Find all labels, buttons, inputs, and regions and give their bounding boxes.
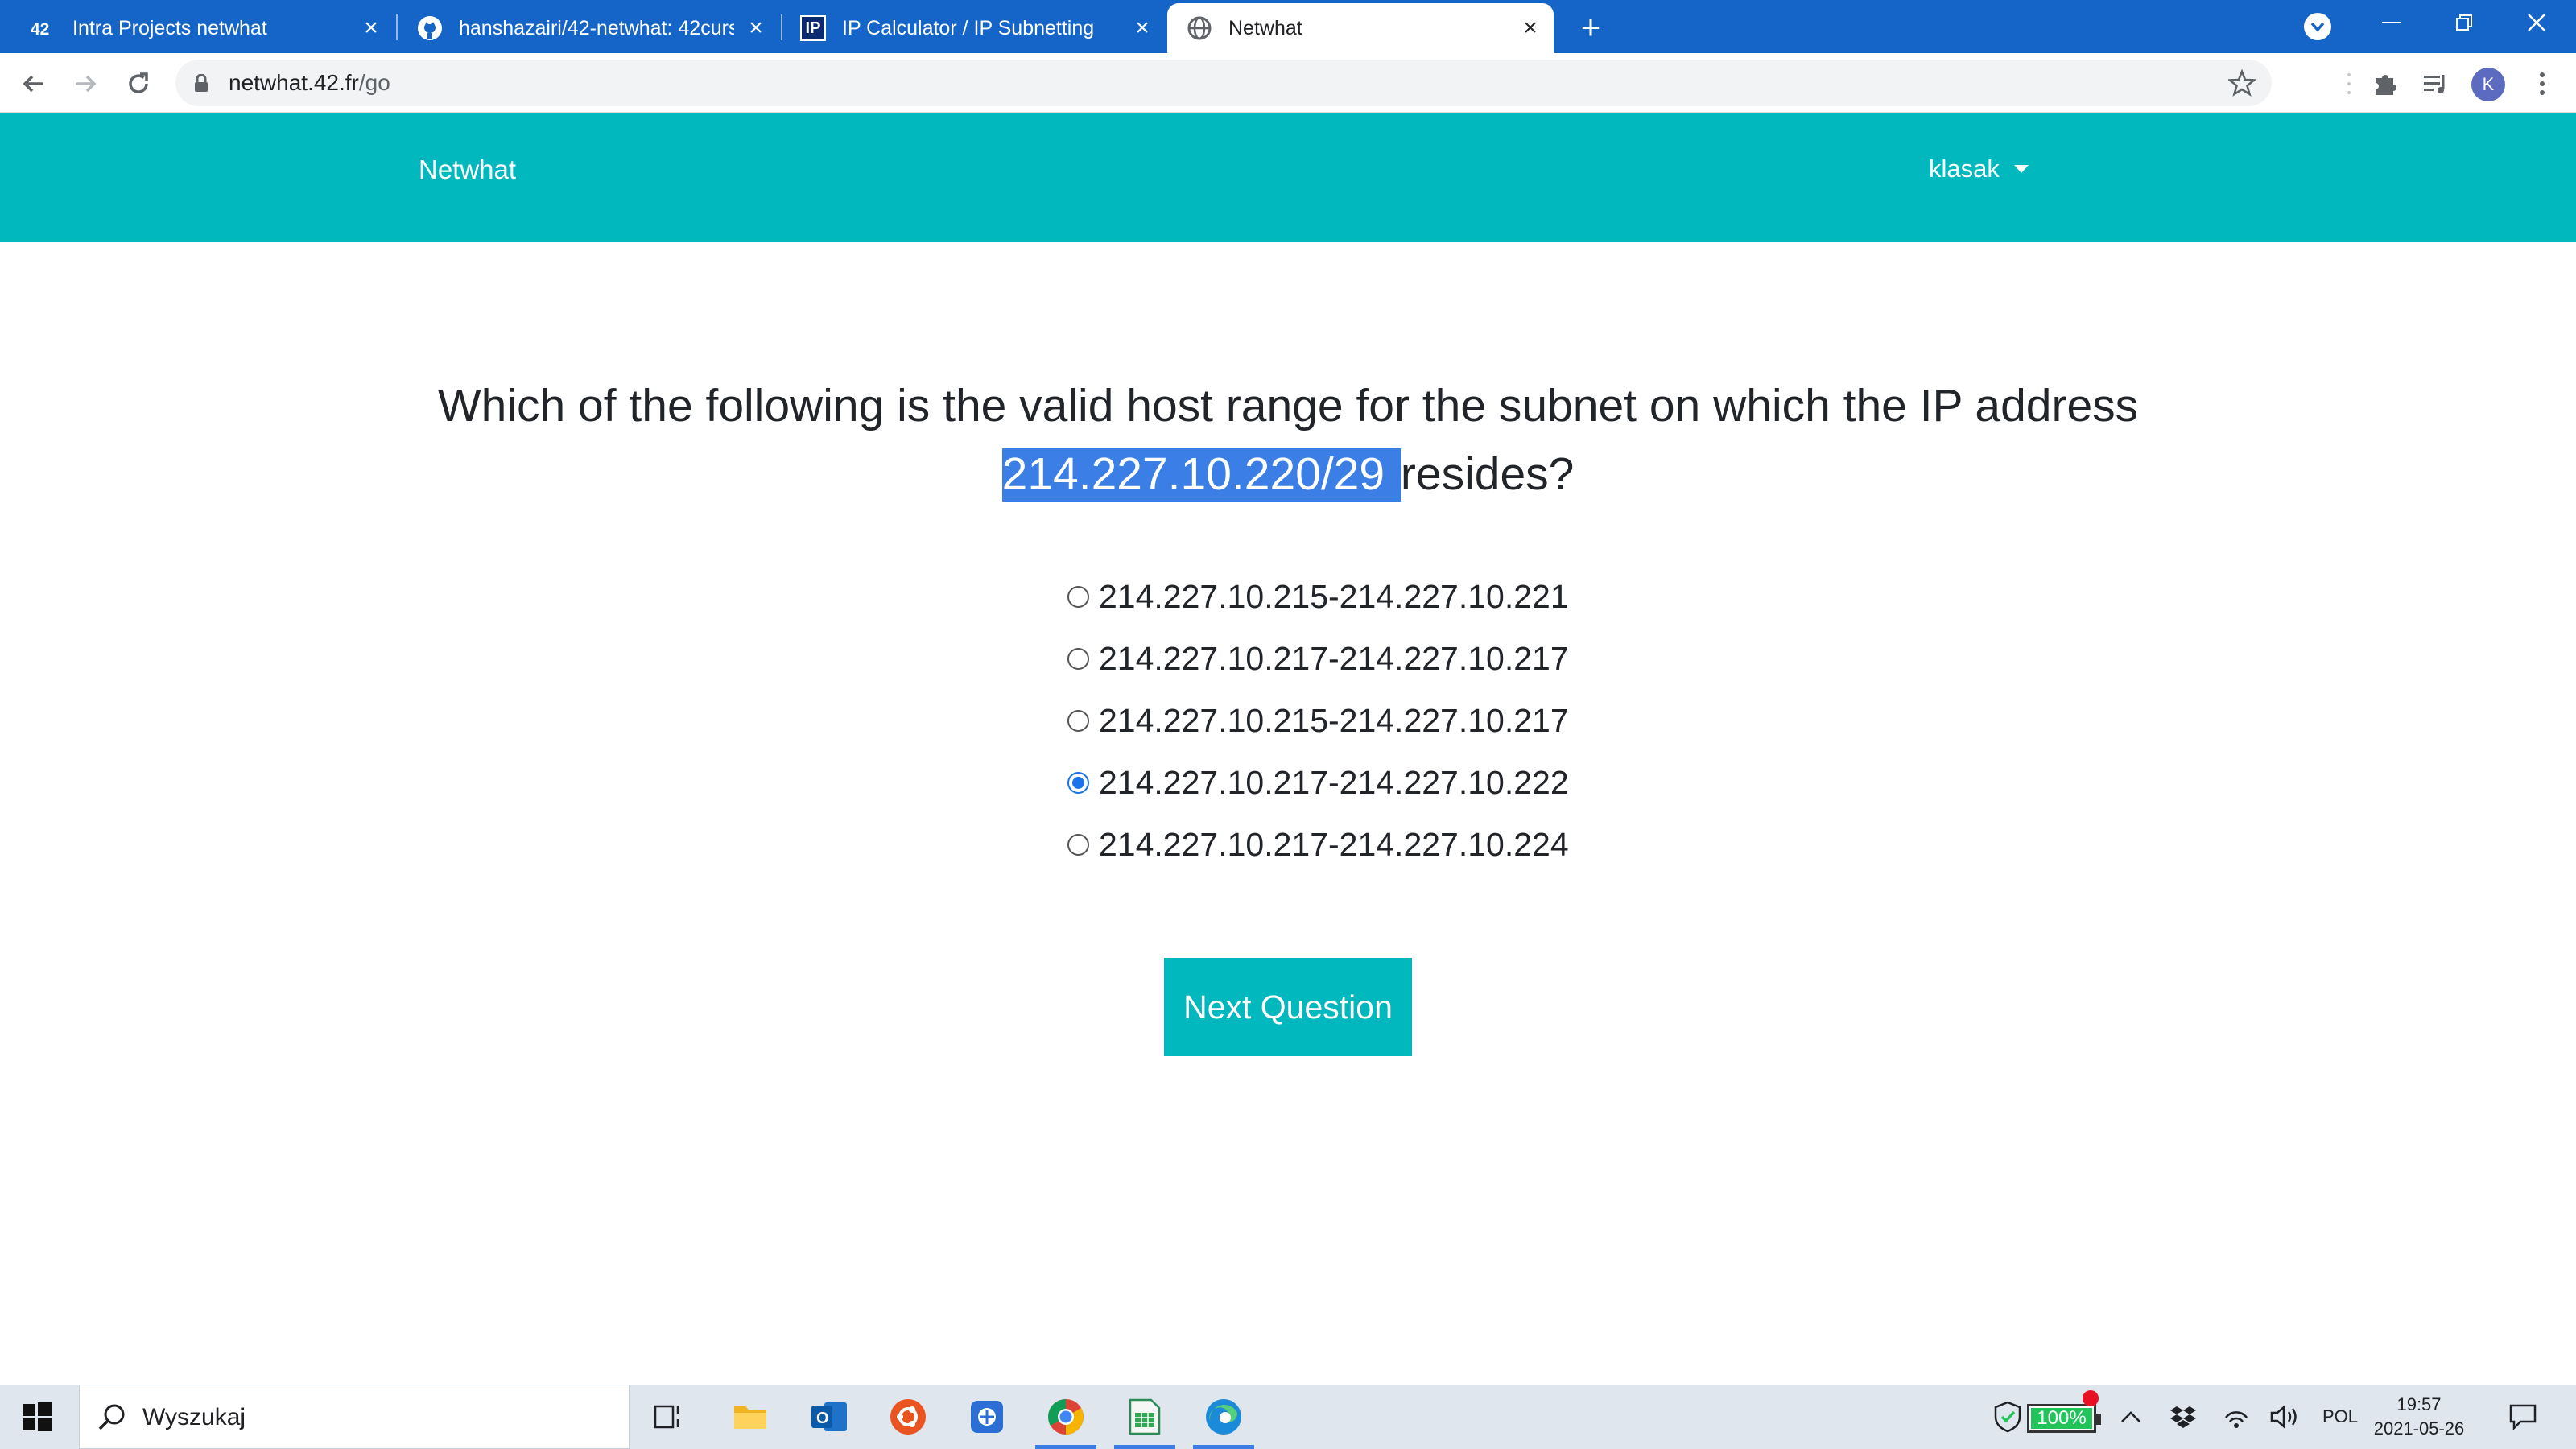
edge-icon[interactable] (1193, 1393, 1254, 1449)
restore-icon[interactable] (2428, 0, 2500, 45)
clock-date: 2021-05-26 (2373, 1418, 2465, 1439)
username: klasak (1929, 155, 2000, 183)
browser-toolbar: netwhat.42.fr/go K (0, 53, 2576, 113)
snipping-tool-icon[interactable] (963, 1393, 1011, 1441)
close-tab-icon[interactable]: × (359, 14, 383, 41)
profile-avatar[interactable]: K (2471, 68, 2505, 101)
taskbar-clock[interactable]: 19:57 2021-05-26 (2367, 1393, 2471, 1441)
answer-option[interactable]: 214.227.10.215-214.227.10.221 (1067, 566, 1569, 628)
minimize-icon[interactable] (2355, 0, 2428, 45)
option-label: 214.227.10.215-214.227.10.217 (1099, 702, 1569, 739)
option-label: 214.227.10.217-214.227.10.217 (1099, 640, 1569, 677)
ubuntu-icon[interactable] (884, 1393, 932, 1441)
wifi-icon[interactable] (2220, 1385, 2252, 1449)
selected-ip-highlight: 214.227.10.220/29 (1001, 448, 1401, 502)
windows-start-icon[interactable] (23, 1402, 52, 1431)
clock-time: 19:57 (2396, 1394, 2442, 1414)
radio-button[interactable] (1067, 586, 1089, 608)
tab-title: IP Calculator / IP Subnetting (842, 16, 1095, 39)
svg-text:O: O (816, 1410, 829, 1427)
language-indicator[interactable]: POL (2317, 1385, 2363, 1449)
browser-tab-strip: 42 Intra Projects netwhat × hanshazairi/… (0, 0, 2576, 53)
answer-option[interactable]: 214.227.10.217-214.227.10.222 (1067, 752, 1569, 814)
search-placeholder: Wyszukaj (142, 1404, 246, 1430)
option-label: 214.227.10.217-214.227.10.222 (1099, 764, 1569, 801)
tab-search-icon[interactable] (2304, 13, 2331, 40)
radio-button-selected[interactable] (1067, 772, 1089, 794)
option-label: 214.227.10.217-214.227.10.224 (1099, 826, 1569, 863)
back-icon[interactable] (16, 66, 52, 101)
site-navbar: Netwhat klasak (0, 113, 2576, 242)
tab-netwhat[interactable]: Netwhat × (1167, 3, 1554, 53)
taskbar-search-box[interactable]: Wyszukaj (79, 1385, 630, 1449)
answer-option[interactable]: 214.227.10.215-214.227.10.217 (1067, 690, 1569, 752)
close-tab-icon[interactable]: × (1130, 14, 1154, 41)
close-tab-icon[interactable]: × (744, 14, 768, 41)
volume-icon[interactable] (2268, 1385, 2302, 1449)
radio-button[interactable] (1067, 710, 1089, 732)
tab-title: Intra Projects netwhat (72, 16, 267, 39)
radio-button[interactable] (1067, 834, 1089, 856)
windows-taskbar: Wyszukaj O 100% POL 19:57 2021-05-26 (0, 1385, 2576, 1449)
browser-menu-icon[interactable] (2526, 68, 2558, 100)
lock-icon (193, 73, 209, 92)
42-logo-icon: 42 (31, 15, 56, 41)
chevron-up-icon[interactable] (2117, 1385, 2145, 1449)
tab-intra-projects[interactable]: 42 Intra Projects netwhat × (0, 3, 394, 53)
site-brand[interactable]: Netwhat (419, 155, 516, 185)
extensions-puzzle-icon[interactable] (2370, 68, 2402, 100)
radio-button[interactable] (1067, 648, 1089, 670)
bookmark-star-icon[interactable] (2227, 68, 2257, 97)
forward-icon[interactable] (68, 66, 103, 101)
task-view-icon[interactable] (644, 1393, 692, 1441)
reload-icon[interactable] (121, 66, 156, 101)
answer-option[interactable]: 214.227.10.217-214.227.10.224 (1067, 814, 1569, 876)
file-explorer-icon[interactable] (726, 1393, 774, 1441)
defender-shield-icon[interactable] (1992, 1385, 2024, 1449)
answer-option[interactable]: 214.227.10.217-214.227.10.217 (1067, 628, 1569, 690)
notification-dot-icon (2082, 1385, 2099, 1449)
outlook-icon[interactable]: O (805, 1393, 853, 1441)
media-queue-icon[interactable] (2420, 68, 2452, 100)
tab-title: Netwhat (1228, 16, 1302, 39)
more-vertical-dim-icon (2333, 68, 2365, 100)
question-text: Which of the following is the valid host… (437, 380, 2139, 502)
url-text: netwhat.42.fr/go (229, 70, 390, 95)
dropbox-icon[interactable] (2167, 1385, 2199, 1449)
tab-title: hanshazairi/42-netwhat: 42cursus (459, 16, 734, 39)
close-tab-icon[interactable]: × (1518, 14, 1542, 41)
address-bar[interactable]: netwhat.42.fr/go (175, 60, 2272, 106)
caret-down-icon (2013, 165, 2029, 173)
svg-text:42: 42 (31, 20, 49, 38)
tab-github[interactable]: hanshazairi/42-netwhat: 42cursus × (398, 3, 779, 53)
globe-icon (1187, 15, 1212, 41)
user-dropdown[interactable]: klasak (1929, 155, 2029, 184)
new-tab-button[interactable]: + (1573, 8, 1608, 46)
tab-ip-calculator[interactable]: IP IP Calculator / IP Subnetting × (782, 3, 1166, 53)
github-icon (417, 15, 443, 41)
option-label: 214.227.10.215-214.227.10.221 (1099, 578, 1569, 615)
search-icon (96, 1402, 128, 1434)
ip-calculator-icon: IP (800, 15, 826, 41)
action-center-icon[interactable] (2504, 1385, 2542, 1449)
chrome-icon[interactable] (1035, 1393, 1096, 1449)
answer-options: 214.227.10.215-214.227.10.221 214.227.10… (1067, 566, 1569, 876)
close-window-icon[interactable] (2500, 0, 2573, 45)
spreadsheet-app-icon[interactable] (1114, 1393, 1175, 1449)
next-question-button[interactable]: Next Question (1164, 958, 1412, 1056)
